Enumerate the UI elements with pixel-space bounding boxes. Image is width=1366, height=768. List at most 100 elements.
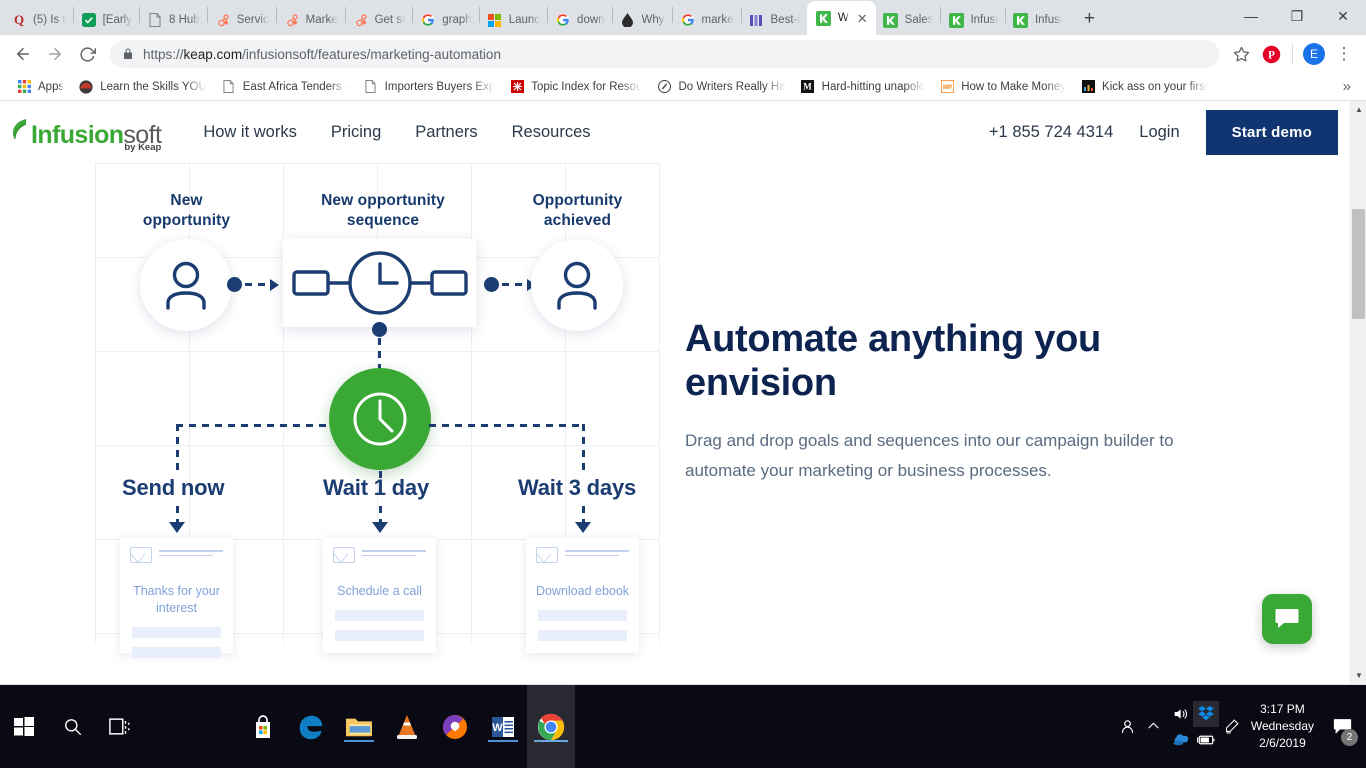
email-card[interactable]: Schedule a call xyxy=(323,538,436,653)
connector-dot-2 xyxy=(484,277,499,292)
email-card-bar xyxy=(335,610,424,621)
tab[interactable]: marke xyxy=(673,5,741,35)
bookmark-item[interactable]: East Africa Tenders - xyxy=(214,77,356,97)
new-tab-button[interactable]: + xyxy=(1075,5,1103,33)
email-card-bar xyxy=(132,627,221,638)
nav-item-partners[interactable]: Partners xyxy=(415,123,477,142)
page-scrollbar[interactable]: ▲ ▼ xyxy=(1350,101,1366,684)
login-link[interactable]: Login xyxy=(1139,123,1179,142)
close-window-button[interactable]: ✕ xyxy=(1320,0,1366,32)
windows-logo-icon[interactable] xyxy=(0,685,48,768)
start-demo-button[interactable]: Start demo xyxy=(1205,109,1338,155)
clock-day: Wednesday xyxy=(1250,718,1314,733)
tab[interactable]: [Early xyxy=(74,5,139,35)
goal-node-person-start[interactable] xyxy=(140,239,232,331)
pen-icon[interactable] xyxy=(1219,685,1245,768)
bookmark-label: How to Make Money xyxy=(961,80,1067,93)
back-icon[interactable] xyxy=(8,39,38,69)
phone-number[interactable]: +1 855 724 4314 xyxy=(989,123,1113,142)
maximize-button[interactable]: ❐ xyxy=(1274,0,1320,32)
tab[interactable]: Sales xyxy=(876,5,941,35)
vlc-icon[interactable] xyxy=(383,685,431,768)
bookmark-item[interactable]: Apps xyxy=(9,77,71,97)
notification-icon[interactable]: 2 xyxy=(1326,685,1358,768)
sheets-icon xyxy=(81,12,97,28)
infusionsoft-logo[interactable]: Infusionsoft by Keap xyxy=(12,117,162,153)
bookmark-item[interactable]: Importers Buyers Exp xyxy=(356,77,503,97)
bookmark-item[interactable]: MP How to Make Money xyxy=(932,77,1073,97)
dropbox-icon[interactable] xyxy=(1192,700,1219,727)
microsoft-store-icon[interactable] xyxy=(239,685,287,768)
reload-icon[interactable] xyxy=(72,39,102,69)
tab[interactable]: Q (5) Is t xyxy=(4,5,73,35)
tab[interactable]: Best-i xyxy=(742,5,807,35)
avatar[interactable]: E xyxy=(1300,40,1328,68)
tab-title: [Early xyxy=(102,14,132,26)
task-view-icon[interactable] xyxy=(96,685,144,768)
bookmarks-overflow-icon[interactable]: » xyxy=(1343,78,1357,95)
forward-icon[interactable] xyxy=(40,39,70,69)
tab[interactable]: Launc xyxy=(480,5,547,35)
word-icon[interactable]: W xyxy=(479,685,527,768)
hero-description: Drag and drop goals and sequences into o… xyxy=(685,431,1174,481)
bookmark-item[interactable]: M Hard-hitting unapolo xyxy=(793,77,933,97)
nav-item-how-it-works[interactable]: How it works xyxy=(203,123,297,142)
show-hidden-icon[interactable] xyxy=(1141,685,1167,768)
tab[interactable]: Marke xyxy=(277,5,345,35)
tray-stack-1 xyxy=(1167,685,1219,768)
tab[interactable]: graph xyxy=(413,5,478,35)
wait-timer-node[interactable] xyxy=(329,368,431,470)
email-card-title: Thanks for your interest xyxy=(133,584,220,615)
bookmark-label: Kick ass on your first xyxy=(1102,80,1209,93)
search-icon[interactable] xyxy=(48,685,96,768)
bookmark-item[interactable]: Topic Index for Resou xyxy=(502,77,649,97)
scroll-up-arrow[interactable]: ▲ xyxy=(1351,101,1366,118)
taskbar-clock[interactable]: 3:17 PM Wednesday 2/6/2019 xyxy=(1245,701,1326,752)
email-card[interactable]: Download ebook xyxy=(526,538,639,653)
bookmark-star-icon[interactable] xyxy=(1227,40,1255,68)
tab-active[interactable]: W ✕ xyxy=(806,1,876,35)
tab-title: Best-i xyxy=(770,14,800,26)
tab-strip: Q (5) Is t [Early 8 Hub Servic Marke Get st gra… xyxy=(0,0,1366,35)
sequence-node[interactable] xyxy=(283,239,476,327)
bookmark-item[interactable]: Kick ass on your first xyxy=(1073,77,1215,97)
pinterest-extension-icon[interactable]: P xyxy=(1257,40,1285,68)
tab[interactable]: 8 Hub xyxy=(140,5,207,35)
connector-arrowhead-1 xyxy=(270,279,279,291)
people-icon[interactable] xyxy=(1115,685,1141,768)
scroll-down-arrow[interactable]: ▼ xyxy=(1351,667,1366,684)
tab[interactable]: Servic xyxy=(208,5,276,35)
branch-bus-left xyxy=(176,424,331,427)
chrome-icon[interactable] xyxy=(527,685,575,768)
bookmark-item[interactable]: Learn the Skills YOU xyxy=(71,77,214,97)
address-bar[interactable]: https://keap.com/infusionsoft/features/m… xyxy=(110,40,1219,68)
onedrive-icon[interactable] xyxy=(1167,727,1193,753)
apps-grid-icon xyxy=(16,79,32,95)
tab[interactable]: Get st xyxy=(346,5,413,35)
tab[interactable]: Why xyxy=(613,5,672,35)
edge-icon[interactable] xyxy=(287,685,335,768)
tab[interactable]: down xyxy=(548,5,612,35)
avast-icon[interactable] xyxy=(431,685,479,768)
minimize-button[interactable]: — xyxy=(1228,0,1274,32)
volume-icon[interactable] xyxy=(1167,701,1193,727)
chat-bubble-icon[interactable] xyxy=(1262,594,1312,644)
tab-close-icon[interactable]: ✕ xyxy=(857,12,868,25)
chrome-menu-icon[interactable]: ⋮ xyxy=(1330,40,1358,68)
google-icon xyxy=(680,12,696,28)
browser-window: Q (5) Is t [Early 8 Hub Servic Marke Get st gra… xyxy=(0,0,1366,685)
tab-title: Marke xyxy=(305,14,338,26)
system-tray: 3:17 PM Wednesday 2/6/2019 2 xyxy=(1115,685,1366,768)
nav-item-resources[interactable]: Resources xyxy=(512,123,591,142)
goal-node-person-end[interactable] xyxy=(531,239,623,331)
scrollbar-thumb[interactable] xyxy=(1352,209,1365,319)
file-explorer-icon[interactable] xyxy=(335,685,383,768)
email-card[interactable]: Thanks for your interest xyxy=(120,538,233,658)
quora-icon: Q xyxy=(13,12,25,27)
tab[interactable]: Infusi xyxy=(1006,5,1070,35)
nav-item-pricing[interactable]: Pricing xyxy=(331,123,381,142)
email-card-title: Schedule a call xyxy=(337,584,422,598)
tab[interactable]: Infusi xyxy=(941,5,1005,35)
bookmark-item[interactable]: Do Writers Really Ha xyxy=(649,77,792,97)
battery-icon[interactable] xyxy=(1193,727,1219,753)
